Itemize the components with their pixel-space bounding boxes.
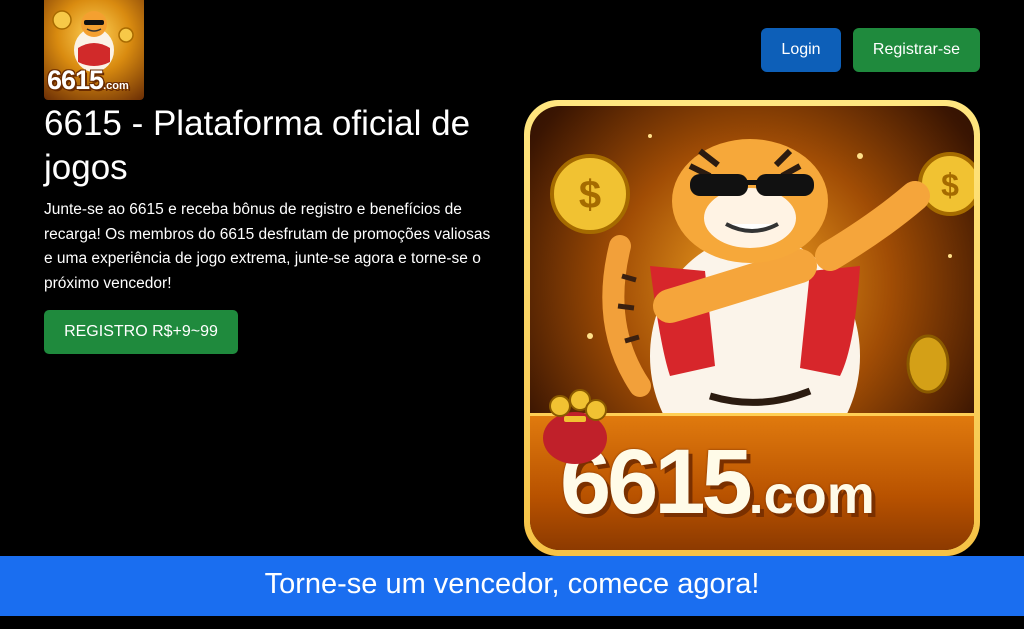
hero-description: Junte-se ao 6615 e receba bônus de regis… (44, 201, 491, 292)
footer-banner-text: Torne-se um vencedor, comece agora! (264, 568, 760, 600)
svg-text:$: $ (941, 167, 959, 203)
cta-register-button[interactable]: REGISTRO R$+9~99 (44, 310, 238, 354)
hero-image-background: $ $ 6615.com (530, 106, 974, 550)
logo-text: 6615.com (47, 65, 129, 95)
register-button[interactable]: Registrar-se (853, 28, 980, 72)
login-button[interactable]: Login (761, 28, 841, 72)
money-bag-icon (543, 389, 607, 464)
coin-left-icon: $ (550, 154, 630, 234)
site-logo[interactable]: 6615.com (44, 0, 144, 100)
svg-text:$: $ (579, 173, 601, 217)
coin-right-icon: $ (918, 152, 974, 216)
hero-brand-banner: 6615.com (530, 389, 974, 550)
hero-image: $ $ 6615.com (524, 100, 980, 556)
page-title: 6615 - Plataforma oficial de jogos (44, 104, 471, 187)
footer-banner: Torne-se um vencedor, comece agora! (0, 556, 1024, 616)
